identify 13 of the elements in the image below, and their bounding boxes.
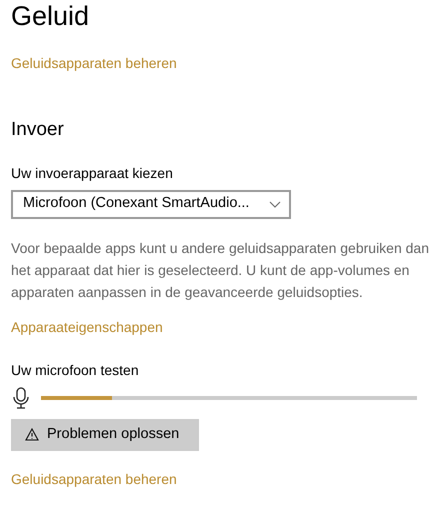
- field-label: Uw microfoon testen: [11, 360, 139, 380]
- chevron-down-icon: [269, 200, 281, 208]
- device-dropdown[interactable]: Microfoon (Conexant SmartAudio...: [11, 190, 291, 218]
- description-text: Voor bepaalde apps kunt u andere geluidsapparaten gebruiken dan het apparaat dat hier is geselecteerd. U kunt de app-volumes en apparaten aanpassen in de geavanceerde geluidsopties.: [11, 238, 430, 302]
- manage-devices-link[interactable]: Geluidsapparaten beheren: [11, 53, 177, 74]
- page-title: Geluid: [11, 1, 90, 31]
- manage-devices-link[interactable]: Geluidsapparaten beheren: [11, 468, 177, 490]
- microphone-icon: [11, 386, 31, 408]
- troubleshoot-button[interactable]: Problemen oplossen: [11, 418, 199, 450]
- section-heading: Invoer: [11, 118, 64, 142]
- device-properties-link[interactable]: Apparaateigenschappen: [11, 316, 163, 338]
- field-label: Uw invoerapparaat kiezen: [11, 164, 173, 183]
- warning-icon: [25, 428, 39, 441]
